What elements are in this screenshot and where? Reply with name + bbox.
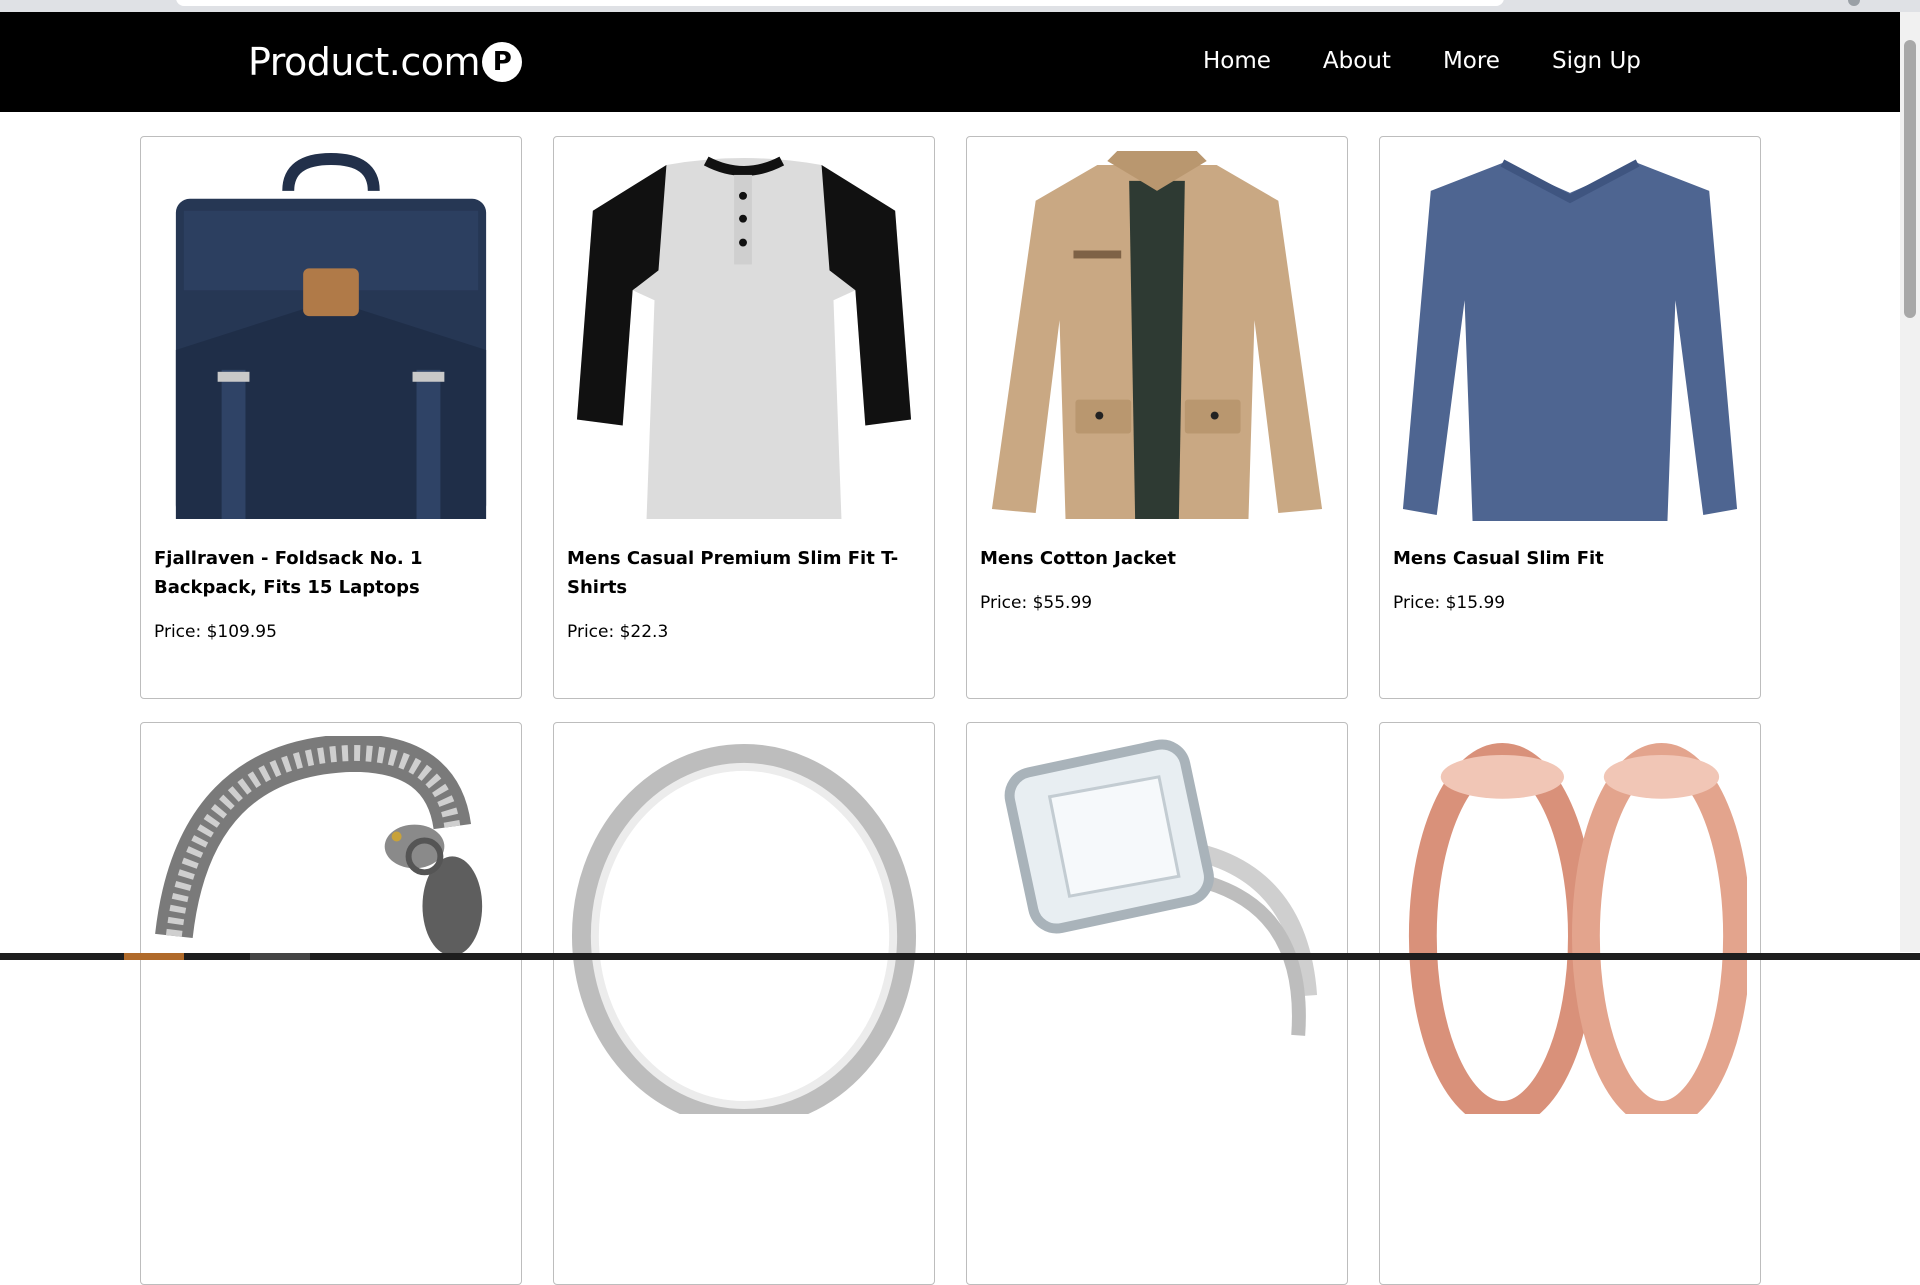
nav-signup-link[interactable]: Sign Up: [1552, 48, 1641, 74]
browser-chrome: [0, 0, 1920, 12]
product-image: [1393, 736, 1747, 1114]
nav-more-link[interactable]: More: [1443, 48, 1500, 74]
taskbar: [0, 953, 1920, 960]
product-image: [1393, 150, 1747, 528]
ring-image: [572, 744, 916, 1114]
profile-icon[interactable]: [1848, 0, 1860, 6]
diamond-ring-image: [1004, 739, 1318, 1036]
product-image: [980, 150, 1334, 528]
scrollbar-thumb[interactable]: [1904, 40, 1916, 318]
brand-logo[interactable]: Product.com P: [248, 40, 523, 84]
taskbar-app[interactable]: [250, 953, 310, 960]
page-scrollbar[interactable]: [1900, 12, 1920, 952]
product-image: [154, 736, 508, 1114]
nav-home-link[interactable]: Home: [1203, 48, 1271, 74]
brand-badge-icon: P: [482, 42, 523, 82]
product-image: [567, 150, 921, 528]
product-image: [567, 736, 921, 1114]
product-card[interactable]: [553, 722, 935, 1285]
product-image: [980, 736, 1334, 1114]
product-card[interactable]: [140, 722, 522, 1285]
product-price: Price: $15.99: [1393, 593, 1506, 613]
plugs-image: [1408, 743, 1747, 1114]
taskbar-app[interactable]: [124, 953, 184, 960]
nav-about-link[interactable]: About: [1323, 48, 1391, 74]
product-title[interactable]: Fjallraven - Foldsack No. 1 Backpack, Fi…: [154, 544, 508, 602]
product-card[interactable]: [966, 722, 1348, 1285]
product-card[interactable]: Mens Casual Premium Slim Fit T-Shirts Pr…: [553, 136, 935, 699]
product-price: Price: $109.95: [154, 622, 277, 642]
jacket-image: [991, 151, 1323, 519]
tshirt-image: [576, 156, 912, 519]
bracelet-image: [155, 736, 483, 956]
product-card[interactable]: Mens Cotton Jacket Price: $55.99: [966, 136, 1348, 699]
product-price: Price: $55.99: [980, 593, 1093, 613]
product-grid: Fjallraven - Foldsack No. 1 Backpack, Fi…: [140, 136, 1761, 1285]
product-title[interactable]: Mens Cotton Jacket: [980, 544, 1334, 573]
navbar: Product.com P Home About More Sign Up: [0, 12, 1900, 112]
brand-name: Product.com: [248, 40, 481, 84]
backpack-image: [175, 153, 487, 519]
main-nav: Home About More Sign Up: [1203, 48, 1641, 74]
product-image: [154, 150, 508, 528]
product-title[interactable]: Mens Casual Slim Fit: [1393, 544, 1747, 573]
product-card[interactable]: Mens Casual Slim Fit Price: $15.99: [1379, 136, 1761, 699]
longsleeve-image: [1402, 159, 1738, 521]
product-card[interactable]: Fjallraven - Foldsack No. 1 Backpack, Fi…: [140, 136, 522, 699]
product-title[interactable]: Mens Casual Premium Slim Fit T-Shirts: [567, 544, 921, 602]
product-card[interactable]: [1379, 722, 1761, 1285]
address-bar[interactable]: [176, 0, 1504, 6]
product-price: Price: $22.3: [567, 622, 669, 642]
